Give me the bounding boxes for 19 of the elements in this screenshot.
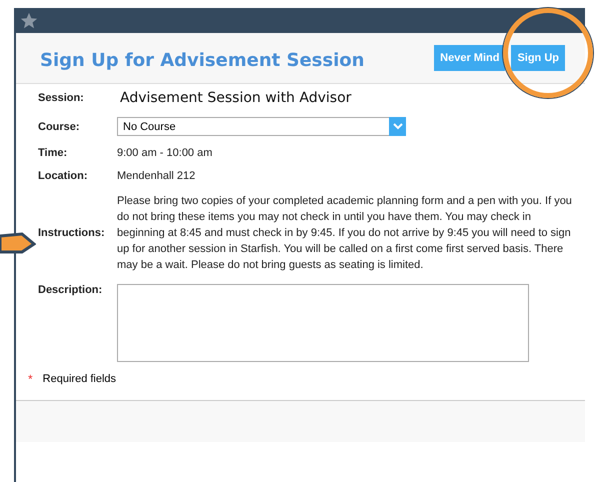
field-label: Time: bbox=[38, 147, 68, 159]
cancel-button[interactable]: Never Mind bbox=[434, 45, 506, 71]
required-marker: * bbox=[28, 372, 33, 386]
dialog-title: Sign Up for Advisement Session bbox=[40, 50, 364, 70]
field-value: Mendenhall 212 bbox=[117, 170, 196, 182]
field-label: Instructions: bbox=[38, 227, 106, 239]
field-label: Description: bbox=[38, 284, 104, 296]
description-field[interactable] bbox=[117, 284, 529, 362]
sign-up-button[interactable]: Sign Up bbox=[511, 45, 565, 71]
course-select[interactable]: No Course bbox=[117, 117, 406, 136]
instructions-text: Please bring two copies of your completed academic planning form and a pen with you. If you do not bring these items you may not check in until you have them. You may check in beginning at 8:45 and must check in by 9:45. If you do not arrive by 9:45 you will need to sign up for another session in Starfish. You will be called on a first come first served basis. There may be a wait. Please do not bring guests as seating is limited. bbox=[117, 194, 572, 273]
field-value: 9:00 am - 10:00 am bbox=[117, 147, 214, 159]
star-icon bbox=[20, 12, 38, 30]
required-note: Required fields bbox=[42, 373, 116, 385]
field-label: Location: bbox=[38, 170, 88, 182]
chevron-down-icon bbox=[392, 123, 402, 130]
session-name: Advisement Session with Advisor bbox=[119, 90, 352, 106]
field-label: Course: bbox=[38, 120, 81, 132]
field-label: Session: bbox=[38, 92, 85, 104]
